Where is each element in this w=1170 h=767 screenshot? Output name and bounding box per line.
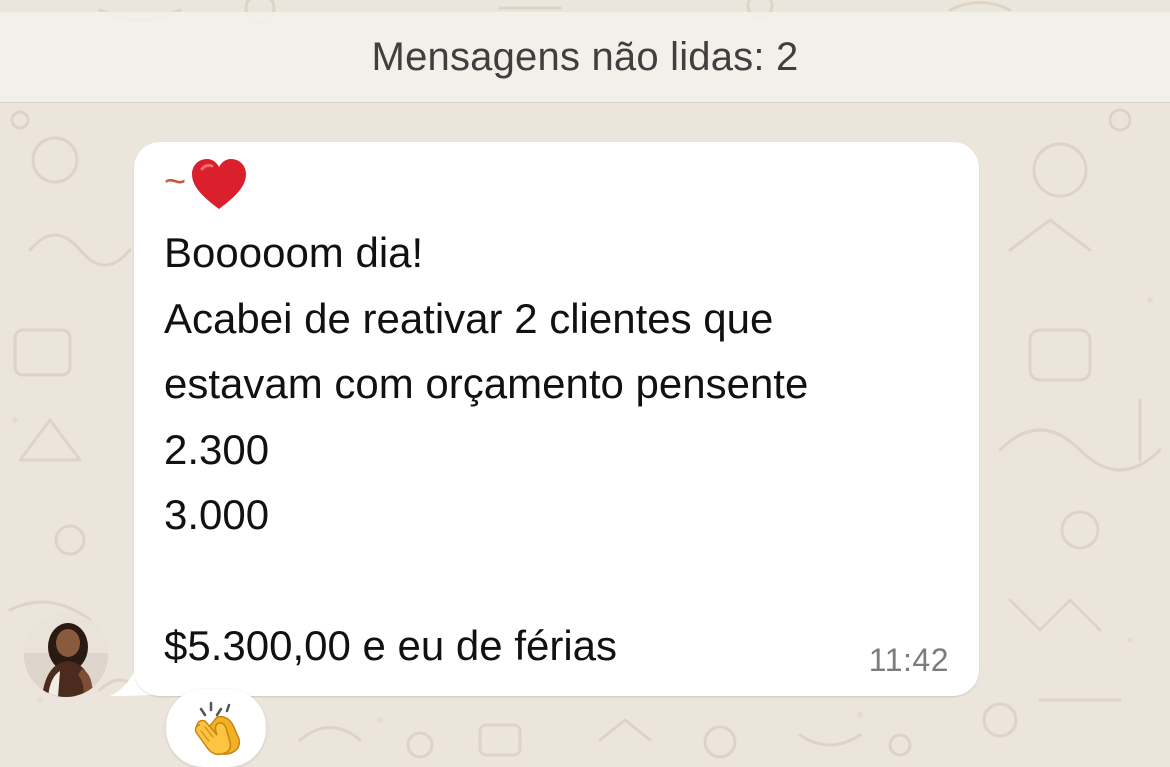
unread-messages-banner: Mensagens não lidas: 2 xyxy=(0,12,1170,103)
message-bubble[interactable]: ~ Booooom dia! Acabei de reativar 2 clie… xyxy=(134,142,979,696)
avatar-photo xyxy=(24,613,108,697)
clapping-hands-icon xyxy=(194,701,241,756)
message-text[interactable]: Booooom dia! Acabei de reativar 2 client… xyxy=(164,220,964,679)
unread-messages-label: Mensagens não lidas: 2 xyxy=(371,34,799,79)
avatar[interactable] xyxy=(24,613,108,697)
sender-name[interactable]: ~ xyxy=(164,156,248,212)
sender-prefix: ~ xyxy=(164,161,187,203)
message-timestamp: 11:42 xyxy=(868,642,949,678)
reaction-badge[interactable] xyxy=(166,689,266,767)
heart-icon xyxy=(192,159,247,209)
